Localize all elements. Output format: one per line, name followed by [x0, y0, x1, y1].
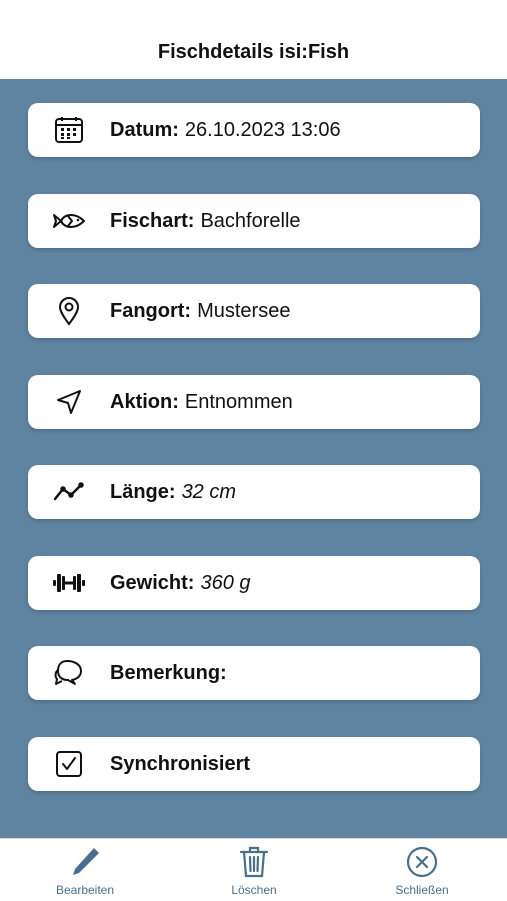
detail-card-laenge: Länge: 32 cm — [28, 465, 480, 519]
trash-icon — [239, 845, 269, 879]
header: Fischdetails isi:Fish — [0, 0, 507, 79]
dumbbell-icon — [52, 569, 86, 597]
navigation-arrow-icon — [52, 388, 86, 416]
line-chart-icon — [52, 478, 86, 506]
delete-label: Löschen — [231, 883, 277, 897]
detail-value: 360 g — [200, 571, 251, 594]
detail-value: 32 cm — [181, 480, 237, 503]
detail-label: Länge: — [110, 480, 176, 503]
details-list: Datum: 26.10.2023 13:06 Fischart: Bachfo… — [0, 79, 507, 838]
detail-card-gewicht: Gewicht: 360 g — [28, 556, 480, 610]
detail-label: Synchronisiert — [110, 752, 251, 775]
close-label: Schließen — [395, 883, 449, 897]
detail-label: Aktion: — [110, 390, 179, 413]
close-button[interactable]: Schließen — [362, 839, 482, 901]
close-circle-icon — [406, 845, 438, 879]
detail-value: Entnommen — [184, 390, 293, 413]
detail-card-aktion: Aktion: Entnommen — [28, 375, 480, 429]
detail-label: Fangort: — [110, 299, 192, 322]
detail-card-synchronisiert: Synchronisiert — [28, 737, 480, 791]
detail-card-datum: Datum: 26.10.2023 13:06 — [28, 103, 480, 157]
bottom-toolbar: Bearbeiten Löschen Schließen — [0, 838, 507, 901]
edit-label: Bearbeiten — [55, 883, 115, 897]
edit-button[interactable]: Bearbeiten — [25, 839, 145, 901]
detail-card-bemerkung: Bemerkung: — [28, 646, 480, 700]
checkbox-checked-icon — [52, 750, 86, 778]
page-title: Fischdetails isi:Fish — [157, 40, 350, 63]
fish-icon — [52, 207, 86, 235]
detail-card-fangort: Fangort: Mustersee — [28, 284, 480, 338]
delete-button[interactable]: Löschen — [194, 839, 314, 901]
detail-value: 26.10.2023 13:06 — [184, 118, 341, 141]
pencil-icon — [68, 845, 102, 879]
detail-label: Fischart: — [110, 209, 195, 232]
detail-card-fischart: Fischart: Bachforelle — [28, 194, 480, 248]
calendar-icon — [52, 116, 86, 144]
detail-label: Datum: — [110, 118, 179, 141]
detail-value: Bachforelle — [200, 209, 301, 232]
detail-label: Bemerkung: — [110, 661, 227, 684]
speech-bubbles-icon — [52, 659, 86, 687]
detail-value: Mustersee — [197, 299, 291, 322]
detail-label: Gewicht: — [110, 571, 195, 594]
map-pin-icon — [52, 297, 86, 326]
